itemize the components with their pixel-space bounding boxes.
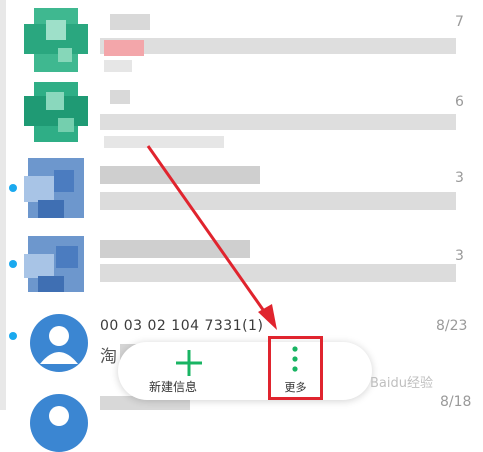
message-list-screen: 7 6 3 3 00 03 02 104 7331(1) 淘 8/23 8/18… <box>0 0 483 452</box>
conversation-preview: 淘 <box>100 347 117 367</box>
avatar <box>30 314 88 372</box>
sender-blurred <box>100 166 260 184</box>
watermark: Baidu经验 <box>370 376 433 391</box>
more-button[interactable]: 更多 <box>268 336 323 400</box>
conversation-time: 6 <box>455 94 464 110</box>
avatar <box>24 8 88 72</box>
new-message-button[interactable]: 新建信息 <box>128 344 218 400</box>
conversation-row[interactable]: 3 <box>0 234 483 312</box>
unread-indicator-icon <box>9 260 17 268</box>
more-vertical-icon <box>292 346 298 372</box>
conversation-time: 8/18 <box>440 394 472 410</box>
avatar <box>24 236 88 300</box>
conversation-row[interactable]: 3 <box>0 156 483 234</box>
new-message-label: 新建信息 <box>148 380 197 394</box>
preview-blurred <box>100 264 456 282</box>
preview-blurred <box>100 114 456 130</box>
conversation-time: 3 <box>455 248 464 264</box>
conversation-time: 3 <box>455 170 464 186</box>
default-contact-icon <box>49 406 69 426</box>
unread-indicator-icon <box>9 184 17 192</box>
avatar <box>24 158 88 222</box>
preview-blurred <box>100 38 456 54</box>
avatar <box>30 394 88 452</box>
conversation-sender: 00 03 02 104 7331(1) <box>100 318 264 334</box>
more-label: 更多 <box>284 381 307 394</box>
plus-icon <box>176 350 202 376</box>
conversation-row[interactable]: 7 <box>0 0 483 78</box>
conversation-row[interactable]: 6 <box>0 78 483 156</box>
sender-blurred <box>110 90 130 104</box>
preview-blurred <box>100 192 456 210</box>
conversation-time: 8/23 <box>436 318 468 334</box>
default-contact-icon <box>40 326 78 364</box>
sender-blurred <box>100 240 250 258</box>
sender-blurred <box>110 14 150 30</box>
avatar <box>24 82 88 146</box>
conversation-time: 7 <box>455 14 464 30</box>
unread-indicator-icon <box>9 332 17 340</box>
